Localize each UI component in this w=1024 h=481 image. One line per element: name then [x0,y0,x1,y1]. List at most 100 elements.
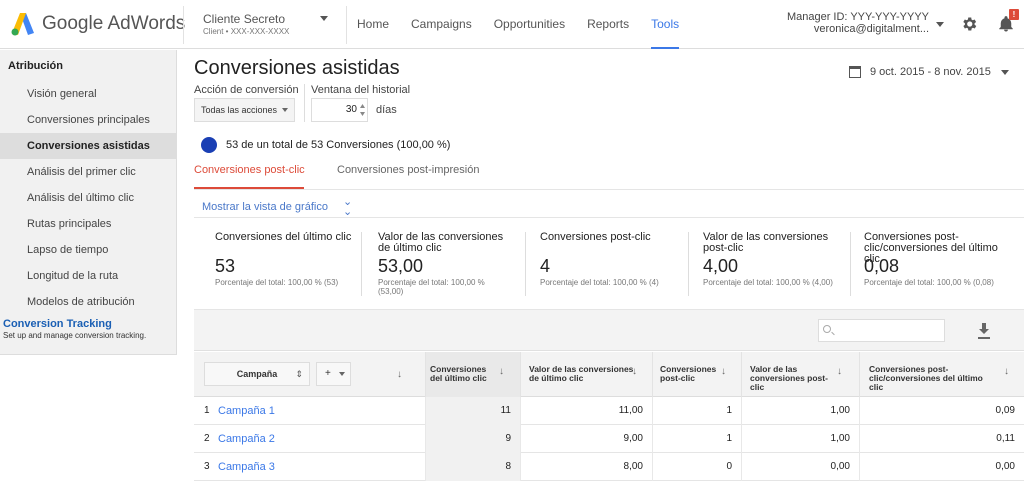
metric-card: Conversiones del último clic 53 Porcenta… [194,218,356,310]
nav-opportunities[interactable]: Opportunities [494,0,565,49]
history-window-unit: días [376,104,397,116]
tab-post-click[interactable]: Conversiones post-clic [194,158,305,189]
sort-updown-icon: ⇕ [295,369,303,379]
metric-value: 53,00 [378,256,424,276]
table-cell: 0,00 [859,453,1024,481]
row-number: 3 [204,461,210,472]
nav-tools[interactable]: Tools [651,0,680,49]
history-window-input[interactable]: 30 [311,98,368,122]
adwords-logo[interactable]: Google AdWords [10,11,185,37]
adwords-logo-icon [11,13,34,36]
sort-arrow-icon: ↓ [721,366,726,377]
chevron-down-icon[interactable] [936,22,944,27]
show-graph-link[interactable]: Mostrar la vista de gráfico ⌄ ⌄ [202,196,353,218]
gear-icon[interactable] [960,15,978,33]
metric-percentage: Porcentaje del total: 100,00 % (0,08) [864,278,994,287]
series-dot-icon [201,137,217,153]
add-column-button[interactable]: + [316,362,351,386]
date-range-selector[interactable]: 9 oct. 2015 - 8 nov. 2015 [849,66,1009,78]
metric-label: Valor de las conversiones post-clic [703,231,829,254]
campaign-link[interactable]: Campaña 1 [218,397,275,425]
column-header-ratio[interactable]: Conversiones post-clic/conversiones del … [859,352,1024,397]
metric-percentage: Porcentaje del total: 100,00 % (4,00) [703,278,833,287]
sidebar-item-rutas-principales[interactable]: Rutas principales [0,211,176,237]
campaign-link[interactable]: Campaña 2 [218,425,275,453]
metric-card: Conversiones post-clic 4 Porcentaje del … [519,218,681,310]
table-row: 1 Campaña 1 11 11,00 1 1,00 0,09 [194,397,1024,425]
table-row: 3 Campaña 3 8 8,00 0 0,00 0,00 [194,453,1024,481]
client-id: Client • XXX-XXX-XXXX [203,27,290,36]
sidebar-item-lapso-de-tiempo[interactable]: Lapso de tiempo [0,237,176,263]
sidebar-item-conversiones-asistidas[interactable]: Conversiones asistidas [0,133,176,159]
sidebar-item-primer-clic[interactable]: Análisis del primer clic [0,159,176,185]
conversion-action-label: Acción de conversión [194,84,299,96]
table-cell: 11 [425,397,520,425]
campaign-link[interactable]: Campaña 3 [218,453,275,481]
show-graph-text: Mostrar la vista de gráfico [202,201,328,213]
table-cell: 0,11 [859,425,1024,453]
column-header-label: Valor de las conversiones de último clic [529,364,634,383]
chevron-down-icon[interactable] [320,16,328,21]
sidebar-item-conversiones-principales[interactable]: Conversiones principales [0,107,176,133]
column-header-last-click-value[interactable]: Valor de las conversiones de último clic… [520,352,652,397]
nav-campaigns[interactable]: Campaigns [411,0,472,49]
date-range-text: 9 oct. 2015 - 8 nov. 2015 [870,66,991,78]
metric-percentage: Porcentaje del total: 100,00 % (53) [215,278,339,287]
table-cell: 8,00 [520,453,652,481]
column-header-last-click-conversions[interactable]: Conversiones del último clic ↓ [425,352,520,397]
conversion-summary-text: 53 de un total de 53 Conversiones (100,0… [226,139,451,151]
download-icon[interactable] [977,323,991,339]
divider [183,6,184,44]
row-number: 1 [204,405,210,416]
stepper-icon[interactable] [360,104,365,116]
divider [194,189,1024,190]
page-title: Conversiones asistidas [194,57,400,79]
conversion-tracking-description: Set up and manage conversion tracking. [3,331,147,340]
sidebar: Atribución Visión general Conversiones p… [0,50,177,355]
sidebar-item-vision-general[interactable]: Visión general [0,81,176,107]
metric-value: 53 [215,256,236,276]
column-header-post-click-value[interactable]: Valor de las conversiones post-clic ↓ [741,352,859,397]
metric-label: Conversiones del último clic [215,231,352,243]
sidebar-item-modelos-atribucion[interactable]: Modelos de atribución [0,289,176,315]
table-cell: 1,00 [741,397,859,425]
metric-value: 4,00 [703,256,739,276]
table-cell: 0,00 [741,453,859,481]
table-cell: 1 [652,397,741,425]
column-header-post-click-conversions[interactable]: Conversiones post-clic ↓ [652,352,741,397]
sort-arrow-icon[interactable]: ↓ [397,369,402,380]
divider [304,84,305,122]
table-row: 2 Campaña 2 9 9,00 1 1,00 0,11 [194,425,1024,453]
metric-card: Valor de las conversiones post-clic 4,00… [682,218,844,310]
sidebar-item-longitud-ruta[interactable]: Longitud de la ruta [0,263,176,289]
sidebar-item-ultimo-clic[interactable]: Análisis del último clic [0,185,176,211]
nav-reports[interactable]: Reports [587,0,629,49]
table-search-input[interactable] [818,319,945,342]
table-cell: 0,09 [859,397,1024,425]
conversion-action-value: Todas las acciones [201,105,278,115]
manager-id: Manager ID: YYY-YYY-YYYY [786,11,929,23]
conversion-tracking-link[interactable]: Conversion Tracking [3,318,176,330]
column-header-label: Valor de las conversiones post-clic [750,364,828,392]
nav-home[interactable]: Home [357,0,389,49]
tab-post-impression[interactable]: Conversiones post-impresión [337,158,479,189]
double-chevron-down-icon: ⌄ ⌄ [342,196,353,218]
notification-badge: ! [1009,9,1019,20]
table-cell: 8 [425,453,520,481]
manager-email: veronica@digitalment... [813,23,929,35]
metric-percentage: Porcentaje del total: 100,00 % (53,00) [378,278,485,296]
manager-account[interactable]: Manager ID: YYY-YYY-YYYY veronica@digita… [787,11,929,35]
chevron-down-icon [282,108,289,112]
account-selector[interactable]: Cliente Secreto Client • XXX-XXX-XXXX [203,12,333,36]
conversion-summary: 53 de un total de 53 Conversiones (100,0… [201,137,450,153]
campaign-column-label: Campaña [236,369,278,379]
conversion-tracking-section: Conversion Tracking Set up and manage co… [0,315,176,340]
metric-value: 4 [540,256,551,276]
column-header-label: Conversiones del último clic [430,364,487,383]
metric-label: Conversiones post-clic/conversiones del … [864,231,998,265]
campaign-column-button[interactable]: Campaña ⇕ [204,362,310,386]
table-cell: 9,00 [520,425,652,453]
search-icon [823,325,831,333]
conversion-action-dropdown[interactable]: Todas las acciones [194,98,296,122]
column-header-label: Conversiones post-clic [660,364,717,383]
